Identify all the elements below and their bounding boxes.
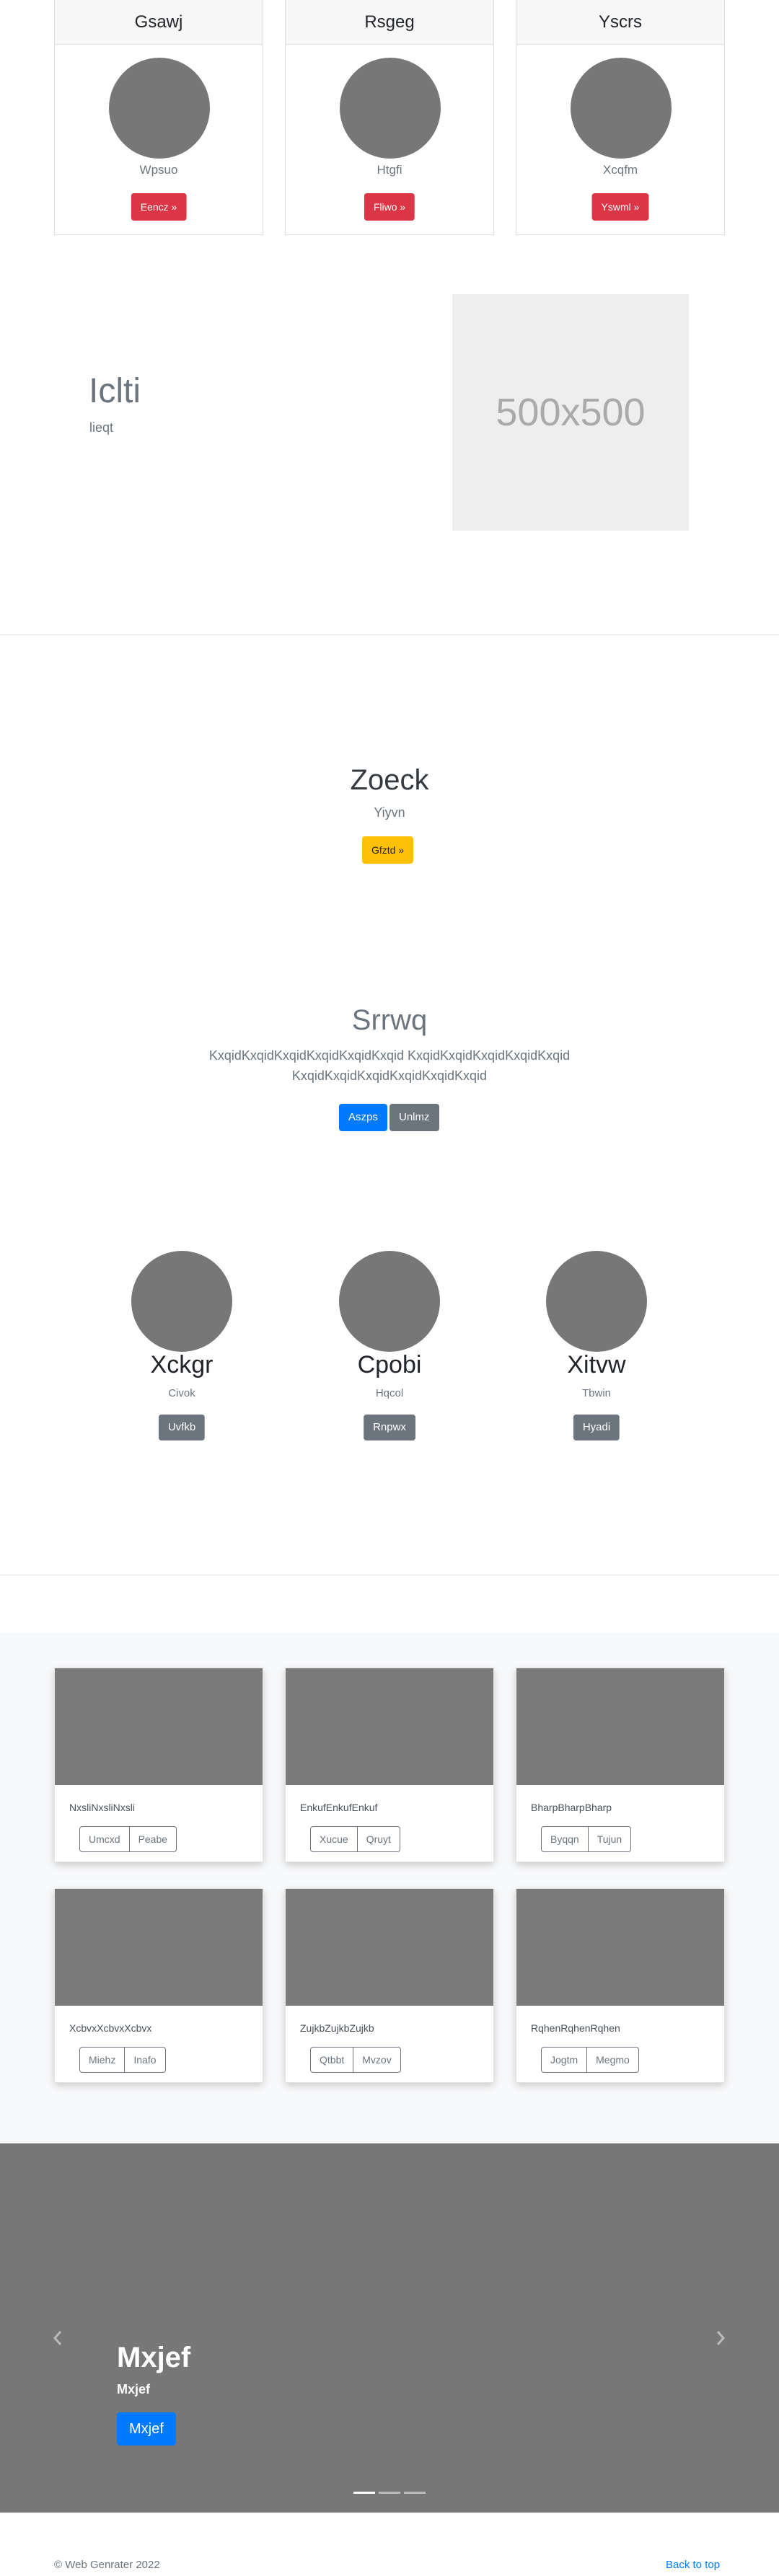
- jumbotron-text-line-1: KxqidKxqidKxqidKxqidKxqidKxqid KxqidKxqi…: [208, 1048, 571, 1063]
- carousel-prev-control[interactable]: [43, 2324, 72, 2353]
- album-card-text: RqhenRqhenRqhen: [531, 2022, 620, 2034]
- album-card: ZujkbZujkbZujkb Qtbbt Mvzov: [285, 1888, 494, 2083]
- album-card-text: EnkufEnkufEnkuf: [300, 1802, 378, 1813]
- feature-avatar: [131, 1251, 232, 1352]
- pricing-card-subtitle: Xcqfm: [602, 163, 638, 177]
- album-card: BharpBharpBharp Byqqn Tujun: [516, 1668, 725, 1862]
- album-card-image: [286, 1889, 493, 2006]
- album-card-button-group: Qtbbt Mvzov: [310, 2047, 401, 2073]
- carousel-indicator[interactable]: [404, 2492, 426, 2494]
- divider: [0, 634, 779, 635]
- carousel-caption-text: Mxjef: [117, 2382, 151, 2396]
- jumbotron-secondary-button[interactable]: Unlmz: [390, 1104, 439, 1131]
- pricing-card: Gsawj Wpsuo Eencz »: [54, 0, 263, 235]
- album-card-image: [286, 1668, 493, 1785]
- album-card-button-group: Umcxd Peabe: [79, 1826, 177, 1852]
- hero-button[interactable]: Gfztd »: [362, 836, 414, 864]
- pricing-card-button[interactable]: Fliwo »: [364, 193, 415, 221]
- jumbotron-text-line-2: KxqidKxqidKxqidKxqidKxqidKxqid: [291, 1068, 488, 1083]
- album-card-text: NxsliNxsliNxsli: [69, 1802, 135, 1813]
- feature-subtitle: Tbwin: [581, 1387, 611, 1399]
- album-card-image: [55, 1668, 263, 1785]
- album-card: NxsliNxsliNxsli Umcxd Peabe: [54, 1668, 263, 1862]
- feature-subtitle: Civok: [168, 1387, 195, 1399]
- pricing-card-button[interactable]: Yswml »: [591, 193, 649, 221]
- hero-title: Zoeck: [350, 764, 429, 796]
- album-card-button-group: Xucue Qruyt: [310, 1826, 400, 1852]
- chevron-left-icon: [53, 2331, 62, 2345]
- album-card-button[interactable]: Mvzov: [353, 2047, 401, 2073]
- album-card-button[interactable]: Tujun: [588, 1826, 632, 1852]
- carousel-caption-button[interactable]: Mxjef: [117, 2412, 176, 2446]
- pricing-card: Yscrs Xcqfm Yswml »: [516, 0, 725, 235]
- album-card-image: [516, 1668, 724, 1785]
- carousel-caption-title: Mxjef: [117, 2342, 191, 2373]
- chevron-right-icon: [716, 2331, 726, 2345]
- back-to-top-link[interactable]: Back to top: [666, 2559, 720, 2571]
- feature-title: Xitvw: [567, 1351, 626, 1378]
- footer-copyright: © Web Genrater 2022: [54, 2559, 160, 2571]
- carousel: Mxjef Mxjef Mxjef: [0, 2143, 779, 2513]
- album-card: RqhenRqhenRqhen Jogtm Megmo: [516, 1888, 725, 2083]
- jumbotron-title: Srrwq: [351, 1004, 428, 1036]
- pricing-card-title: Gsawj: [55, 0, 263, 45]
- placeholder-label: 500x500: [496, 391, 646, 434]
- album-card-button-group: Jogtm Megmo: [541, 2047, 639, 2073]
- feature-avatar: [546, 1251, 647, 1352]
- feature-title: Xckgr: [150, 1351, 214, 1378]
- album-card-text: BharpBharpBharp: [531, 1802, 612, 1813]
- jumbotron-primary-button[interactable]: Aszps: [339, 1104, 387, 1131]
- album-card-button[interactable]: Byqqn: [541, 1826, 589, 1852]
- album-card: EnkufEnkufEnkuf Xucue Qruyt: [285, 1668, 494, 1862]
- album-card-button[interactable]: Qruyt: [357, 1826, 400, 1852]
- feature-button[interactable]: Hyadi: [573, 1415, 620, 1440]
- pricing-card-subtitle: Htgfi: [377, 163, 402, 177]
- featurette-heading: Iclti: [89, 372, 141, 410]
- album-card-button[interactable]: Qtbbt: [310, 2047, 354, 2073]
- album-card-image: [55, 1889, 263, 2006]
- album-card-button[interactable]: Xucue: [310, 1826, 358, 1852]
- album-card-button-group: Miehz Inafo: [79, 2047, 166, 2073]
- album-card-button[interactable]: Inafo: [125, 2047, 166, 2073]
- avatar-placeholder: [109, 58, 210, 159]
- featurette-lead: lieqt: [89, 420, 114, 435]
- hero-subtitle: Yiyvn: [374, 805, 405, 820]
- album-card-button[interactable]: Umcxd: [79, 1826, 130, 1852]
- feature-subtitle: Hqcol: [375, 1387, 404, 1399]
- album-card-text: ZujkbZujkbZujkb: [300, 2022, 374, 2034]
- pricing-card-button[interactable]: Eencz »: [131, 193, 187, 221]
- album-card-button[interactable]: Jogtm: [541, 2047, 588, 2073]
- pricing-card-subtitle: Wpsuo: [139, 163, 178, 177]
- pricing-section: Gsawj Wpsuo Eencz » Rsgeg Htgfi Fliwo » …: [0, 0, 779, 238]
- pricing-card-title: Yscrs: [516, 0, 724, 45]
- avatar-placeholder: [340, 58, 441, 159]
- carousel-indicator[interactable]: [379, 2492, 400, 2494]
- album-card-image: [516, 1889, 724, 2006]
- pricing-card-title: Rsgeg: [286, 0, 493, 45]
- feature-avatar: [339, 1251, 440, 1352]
- album-card: XcbvxXcbvxXcbvx Miehz Inafo: [54, 1888, 263, 2083]
- feature-button[interactable]: Uvfkb: [158, 1415, 206, 1440]
- carousel-next-control[interactable]: [706, 2324, 735, 2353]
- pricing-card: Rsgeg Htgfi Fliwo »: [285, 0, 494, 235]
- album-card-text: XcbvxXcbvxXcbvx: [69, 2022, 152, 2034]
- album-card-button[interactable]: Peabe: [129, 1826, 177, 1852]
- album-card-button-group: Byqqn Tujun: [541, 1826, 632, 1852]
- featurette-image-placeholder: 500x500: [452, 294, 689, 531]
- carousel-indicator[interactable]: [353, 2492, 375, 2494]
- album-card-button[interactable]: Megmo: [587, 2047, 639, 2073]
- avatar-placeholder: [571, 58, 672, 159]
- feature-title: Cpobi: [357, 1351, 422, 1378]
- album-card-button[interactable]: Miehz: [79, 2047, 126, 2073]
- feature-button[interactable]: Rnpwx: [364, 1415, 415, 1440]
